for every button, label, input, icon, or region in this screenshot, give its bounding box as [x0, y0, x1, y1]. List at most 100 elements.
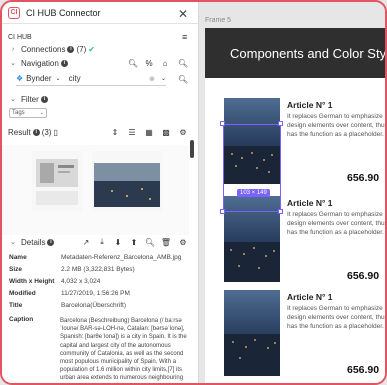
- card-price: 656.90: [347, 172, 380, 184]
- panel-titlebar: CI CI HUB Connector: [2, 2, 198, 24]
- resize-handle[interactable]: [220, 209, 225, 214]
- link-icon[interactable]: %: [143, 57, 155, 69]
- meta-value: 11/27/2019, 1:56:26 PM: [61, 290, 130, 297]
- search-icon[interactable]: 🔍︎: [127, 57, 139, 69]
- result-count: (3): [41, 127, 52, 137]
- connected-check-icon: ✔: [88, 44, 95, 54]
- result-thumbnails: [2, 145, 189, 235]
- resize-handle[interactable]: [278, 121, 283, 126]
- card-text: It replaces German to emphasize design e…: [287, 113, 387, 138]
- thumbnail-image: [92, 151, 162, 211]
- meta-row-size: Size 2.2 MB (3,322,831 Bytes): [9, 265, 194, 275]
- card-text: It replaces German to emphasize design e…: [287, 305, 387, 330]
- app-title: CI HUB Connector: [26, 7, 101, 18]
- artboard[interactable]: Components and Color Styles Article N° 1…: [205, 28, 387, 383]
- meta-value: Metadaten-Referenz_Barcelona_AMB.jpg: [61, 254, 182, 261]
- info-icon[interactable]: i: [67, 45, 75, 53]
- menu-icon[interactable]: ≡: [182, 32, 187, 42]
- info-icon[interactable]: i: [47, 238, 55, 246]
- caption-text: Barcelona (Beschreibung) Barcelona (/ ba…: [60, 318, 187, 382]
- result-row: Result i (3) ▯ ⇕ ☰ ▦ ▩ ⚙: [2, 126, 199, 138]
- settings-icon[interactable]: ⚙: [177, 236, 189, 248]
- chevron-down-icon[interactable]: ⌄: [8, 95, 18, 103]
- meta-label: Size: [9, 266, 23, 273]
- upload-icon[interactable]: ⬆: [128, 236, 140, 248]
- chevron-down-icon[interactable]: ⌄: [8, 238, 18, 246]
- meta-value: Barcelona(Überschrift): [61, 302, 127, 309]
- card-price: 656.90: [347, 364, 380, 376]
- meta-row-dimensions: Width x Height 4,032 x 3,024: [9, 277, 194, 287]
- tags-label: Tags: [12, 110, 25, 116]
- grid-view-icon[interactable]: ▦: [143, 126, 155, 138]
- selection-box[interactable]: [223, 124, 281, 212]
- meta-row-name: Name Metadaten-Referenz_Barcelona_AMB.jp…: [9, 253, 194, 263]
- card-title: Article N° 1: [287, 198, 333, 208]
- app-frame: CI CI HUB Connector ✕ CI HUB ≡ › Connect…: [0, 0, 387, 385]
- search-icon[interactable]: 🔍︎: [177, 57, 189, 69]
- meta-row-title: Title Barcelona(Überschrift): [9, 301, 194, 311]
- card-title: Article N° 1: [287, 292, 333, 302]
- filter-row[interactable]: ⌄ Filter i: [2, 93, 199, 105]
- search-input[interactable]: city: [69, 74, 81, 83]
- card-text: It replaces German to emphasize design e…: [287, 211, 387, 236]
- close-icon[interactable]: ✕: [178, 7, 188, 21]
- bynder-icon: ❖: [16, 74, 24, 83]
- connections-row[interactable]: › Connections i (7) ✔: [2, 43, 199, 55]
- chevron-down-icon[interactable]: ⌄: [56, 75, 61, 82]
- search-icon[interactable]: 🔍︎: [144, 236, 156, 248]
- document-icon[interactable]: ▯: [53, 128, 57, 137]
- meta-label: Width x Height: [9, 278, 55, 285]
- meta-label: Title: [9, 302, 23, 309]
- search-button-icon[interactable]: 🔍︎: [177, 73, 189, 85]
- meta-value: 4,032 x 3,024: [61, 278, 101, 285]
- result-thumbnail[interactable]: [32, 151, 82, 211]
- chevron-right-icon[interactable]: ›: [8, 46, 18, 53]
- details-row[interactable]: ⌄ Details i ↗ ⤓ ⬇ ⬆ 🔍︎ 🗑︎ ⚙: [2, 235, 199, 249]
- workspace-label: CI HUB: [8, 33, 32, 41]
- result-thumbnail[interactable]: [92, 151, 162, 211]
- search-bar[interactable]: ❖ Bynder ⌄ city ⊗ ⌄: [16, 72, 166, 86]
- folder-icon[interactable]: ⌂: [159, 57, 171, 69]
- navigation-label: Navigation: [21, 58, 59, 68]
- workspace-row: CI HUB ≡: [2, 32, 199, 42]
- frame-label[interactable]: Frame 5: [205, 17, 231, 24]
- meta-label: Modified: [9, 290, 36, 297]
- list-view-icon[interactable]: ☰: [126, 126, 138, 138]
- resize-handle[interactable]: [278, 209, 283, 214]
- artboard-header: Components and Color Styles: [205, 28, 385, 78]
- info-icon[interactable]: i: [60, 59, 68, 67]
- meta-value: 2.2 MB (3,322,831 Bytes): [61, 266, 135, 273]
- chevron-down-icon[interactable]: ⌄: [40, 110, 44, 116]
- chevron-down-icon[interactable]: ⌄: [161, 75, 166, 82]
- connections-label: Connections: [21, 44, 66, 54]
- chevron-down-icon[interactable]: ⌄: [8, 59, 18, 67]
- place-icon[interactable]: ⤓: [96, 236, 108, 248]
- delete-icon[interactable]: 🗑︎: [160, 236, 172, 248]
- source-select[interactable]: Bynder: [26, 74, 51, 83]
- meta-label: Caption: [9, 316, 34, 323]
- tags-select[interactable]: Tags ⌄: [9, 108, 47, 118]
- meta-label: Name: [9, 254, 27, 261]
- info-icon[interactable]: i: [40, 95, 48, 103]
- product-card[interactable]: Article N° 1 It replaces German to empha…: [224, 290, 387, 376]
- clear-icon[interactable]: ⊗: [149, 75, 155, 83]
- result-scrollbar[interactable]: [190, 140, 194, 158]
- resize-handle[interactable]: [220, 121, 225, 126]
- open-external-icon[interactable]: ↗: [80, 236, 92, 248]
- large-grid-icon[interactable]: ▩: [160, 126, 172, 138]
- card-title: Article N° 1: [287, 100, 333, 110]
- filter-label: Filter: [21, 94, 39, 104]
- thumbnail-image: [32, 151, 82, 211]
- ci-hub-logo-icon: CI: [8, 6, 20, 19]
- card-price: 656.90: [347, 270, 380, 282]
- download-icon[interactable]: ⬇: [112, 236, 124, 248]
- result-label: Result: [8, 127, 31, 137]
- sort-icon[interactable]: ⇕: [109, 126, 121, 138]
- connections-count: (7): [76, 44, 87, 54]
- info-icon[interactable]: i: [32, 128, 40, 136]
- ci-hub-panel: CI CI HUB Connector ✕ CI HUB ≡ › Connect…: [2, 2, 199, 383]
- settings-icon[interactable]: ⚙: [177, 126, 189, 138]
- city-photo[interactable]: [224, 290, 280, 376]
- design-canvas[interactable]: Frame 5 Components and Color Styles Arti…: [199, 2, 387, 383]
- navigation-row[interactable]: ⌄ Navigation i 🔍︎ % ⌂ 🔍︎: [2, 57, 199, 69]
